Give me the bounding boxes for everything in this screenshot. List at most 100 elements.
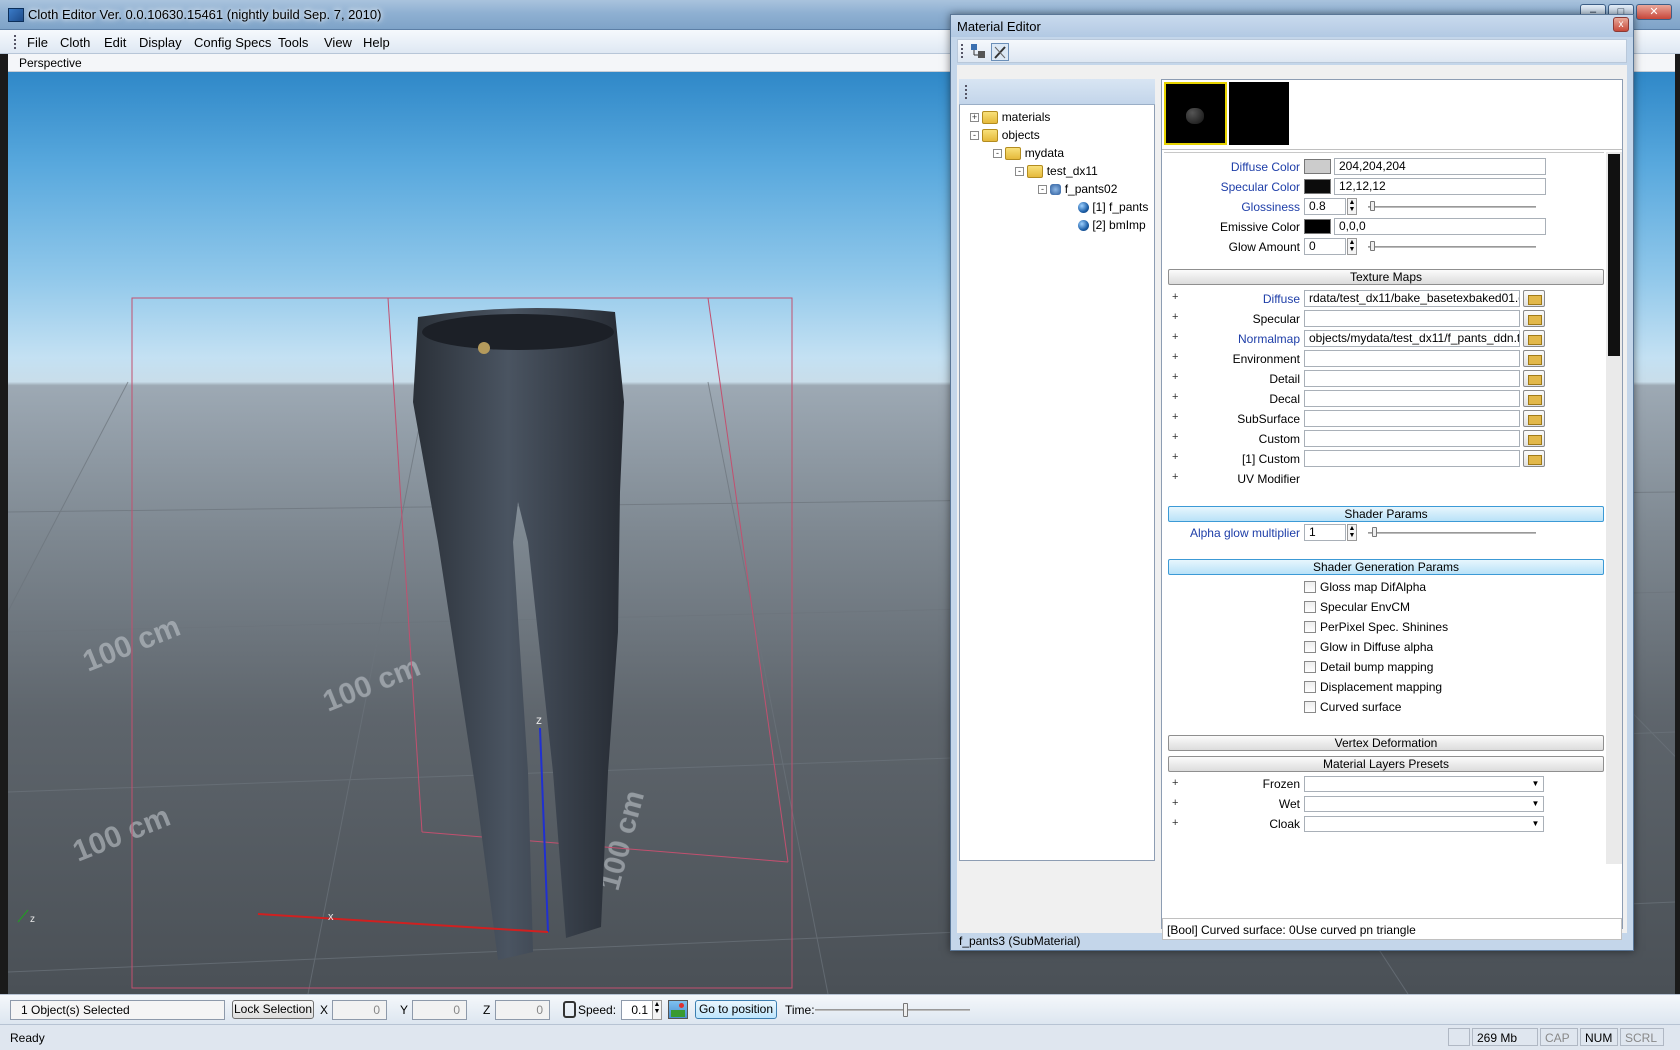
time-slider-thumb[interactable] — [903, 1003, 908, 1017]
checkbox-gloss-map-difalpha[interactable] — [1304, 581, 1316, 593]
glossiness-spinner[interactable]: ▲ ▼ — [1347, 198, 1357, 215]
collapse-icon[interactable]: - — [993, 149, 1002, 159]
browse-diffuse-button[interactable] — [1523, 290, 1545, 307]
lock-selection-button[interactable]: Lock Selection — [232, 1000, 314, 1019]
tree-item-submaterial-2[interactable]: [2] bmImp — [1078, 218, 1146, 236]
tree-item-materials[interactable]: + materials — [970, 110, 1050, 128]
expand-detail-icon[interactable]: + — [1172, 372, 1181, 383]
texmap-normalmap-input[interactable]: objects/mydata/test_dx11/f_pants_ddn.tif — [1304, 330, 1520, 347]
glow-amount-input[interactable]: 0 — [1304, 238, 1346, 255]
glossiness-slider-track[interactable] — [1368, 206, 1536, 208]
expand-diffuse-icon[interactable]: + — [1172, 292, 1181, 303]
texmap-custom-input[interactable] — [1304, 430, 1520, 447]
expand-icon[interactable]: + — [970, 113, 979, 123]
checkbox-detail-bump[interactable] — [1304, 661, 1316, 673]
shader-generation-header[interactable]: Shader Generation Params — [1168, 559, 1604, 575]
browse-environment-button[interactable] — [1523, 350, 1545, 367]
menu-file[interactable]: File — [24, 34, 51, 51]
menu-config-specs[interactable]: Config Specs — [191, 34, 274, 51]
z-input[interactable]: 0 — [495, 1000, 550, 1020]
collapse-icon[interactable]: - — [1038, 185, 1047, 195]
browse-subsurface-button[interactable] — [1523, 410, 1545, 427]
expand-environment-icon[interactable]: + — [1172, 352, 1181, 363]
glow-amount-spinner[interactable]: ▲ ▼ — [1347, 238, 1357, 255]
checkbox-glow-diffuse-alpha[interactable] — [1304, 641, 1316, 653]
expand-custom1-icon[interactable]: + — [1172, 452, 1181, 463]
collapse-icon[interactable]: - — [1015, 167, 1024, 177]
expand-cloak-icon[interactable]: + — [1172, 818, 1181, 829]
specular-color-input[interactable]: 12,12,12 — [1334, 178, 1546, 195]
material-preview-texture[interactable] — [1229, 82, 1289, 145]
expand-specular-icon[interactable]: + — [1172, 312, 1181, 323]
close-button[interactable]: ✕ — [1636, 4, 1672, 20]
frozen-dropdown[interactable]: ▼ — [1304, 776, 1544, 792]
go-to-position-button[interactable]: Go to position — [695, 1000, 777, 1019]
specular-color-swatch[interactable] — [1304, 179, 1331, 194]
browse-custom1-button[interactable] — [1523, 450, 1545, 467]
alpha-glow-input[interactable]: 1 — [1304, 524, 1346, 541]
menu-edit[interactable]: Edit — [101, 34, 129, 51]
properties-scrollbar-thumb[interactable] — [1608, 154, 1620, 356]
texmap-environment-input[interactable] — [1304, 350, 1520, 367]
pick-material-icon[interactable] — [991, 43, 1009, 61]
browse-decal-button[interactable] — [1523, 390, 1545, 407]
browse-specular-button[interactable] — [1523, 310, 1545, 327]
expand-subsurface-icon[interactable]: + — [1172, 412, 1181, 423]
viewport-label[interactable]: Perspective — [19, 56, 82, 70]
browse-detail-button[interactable] — [1523, 370, 1545, 387]
browse-custom-button[interactable] — [1523, 430, 1545, 447]
texmap-specular-input[interactable] — [1304, 310, 1520, 327]
diffuse-color-input[interactable]: 204,204,204 — [1334, 158, 1546, 175]
expand-custom-icon[interactable]: + — [1172, 432, 1181, 443]
tree-item-objects[interactable]: - objects — [970, 128, 1040, 146]
checkbox-specular-envcm[interactable] — [1304, 601, 1316, 613]
menu-cloth[interactable]: Cloth — [57, 34, 93, 51]
wet-dropdown[interactable]: ▼ — [1304, 796, 1544, 812]
material-preview-sphere[interactable] — [1164, 82, 1227, 145]
material-editor-close-button[interactable]: x — [1613, 17, 1629, 32]
expand-uv-modifier-icon[interactable]: + — [1172, 472, 1181, 483]
expand-normalmap-icon[interactable]: + — [1172, 332, 1181, 343]
vertex-deformation-header[interactable]: Vertex Deformation — [1168, 735, 1604, 751]
alpha-glow-slider-thumb[interactable] — [1372, 527, 1377, 537]
collapse-icon[interactable]: - — [970, 131, 979, 141]
cloak-dropdown[interactable]: ▼ — [1304, 816, 1544, 832]
material-editor-title-bar[interactable]: Material Editor x — [951, 15, 1633, 37]
expand-wet-icon[interactable]: + — [1172, 798, 1181, 809]
jeans-model[interactable] — [413, 308, 624, 960]
texmap-diffuse-input[interactable]: rdata/test_dx11/bake_basetexbaked01.dds — [1304, 290, 1520, 307]
shader-params-header[interactable]: Shader Params — [1168, 506, 1604, 522]
tree-item-f-pants02[interactable]: - f_pants02 — [1038, 182, 1117, 200]
glow-amount-slider-track[interactable] — [1368, 246, 1536, 248]
speed-spinner[interactable]: ▲ ▼ — [652, 1000, 662, 1020]
terrain-icon[interactable] — [668, 1000, 688, 1019]
lock-icon[interactable] — [563, 1001, 576, 1018]
emissive-color-input[interactable]: 0,0,0 — [1334, 218, 1546, 235]
glossiness-input[interactable]: 0.8 — [1304, 198, 1346, 215]
toolbar-grip[interactable] — [961, 44, 964, 58]
browse-normalmap-button[interactable] — [1523, 330, 1545, 347]
speed-input[interactable]: 0.1 — [621, 1000, 653, 1020]
texmap-custom1-input[interactable] — [1304, 450, 1520, 467]
material-tree[interactable]: + materials - objects - mydata - test_dx… — [959, 79, 1155, 861]
emissive-color-swatch[interactable] — [1304, 219, 1331, 234]
x-input[interactable]: 0 — [332, 1000, 387, 1020]
menu-help[interactable]: Help — [360, 34, 393, 51]
tree-item-submaterial-1[interactable]: [1] f_pants — [1078, 200, 1148, 218]
texmap-subsurface-input[interactable] — [1304, 410, 1520, 427]
diffuse-color-swatch[interactable] — [1304, 159, 1331, 174]
checkbox-curved-surface[interactable] — [1304, 701, 1316, 713]
menu-view[interactable]: View — [321, 34, 355, 51]
checkbox-perpixel-spec[interactable] — [1304, 621, 1316, 633]
alpha-glow-slider-track[interactable] — [1368, 532, 1536, 534]
texture-maps-header[interactable]: Texture Maps — [1168, 269, 1604, 285]
menu-tools[interactable]: Tools — [275, 34, 311, 51]
alpha-glow-spinner[interactable]: ▲ ▼ — [1347, 524, 1357, 541]
tree-item-test-dx11[interactable]: - test_dx11 — [1015, 164, 1098, 182]
tree-item-mydata[interactable]: - mydata — [993, 146, 1064, 164]
expand-frozen-icon[interactable]: + — [1172, 778, 1181, 789]
time-slider-track[interactable] — [815, 1009, 970, 1011]
assign-material-icon[interactable] — [970, 43, 986, 59]
menu-display[interactable]: Display — [136, 34, 185, 51]
menu-grip[interactable] — [14, 35, 17, 49]
